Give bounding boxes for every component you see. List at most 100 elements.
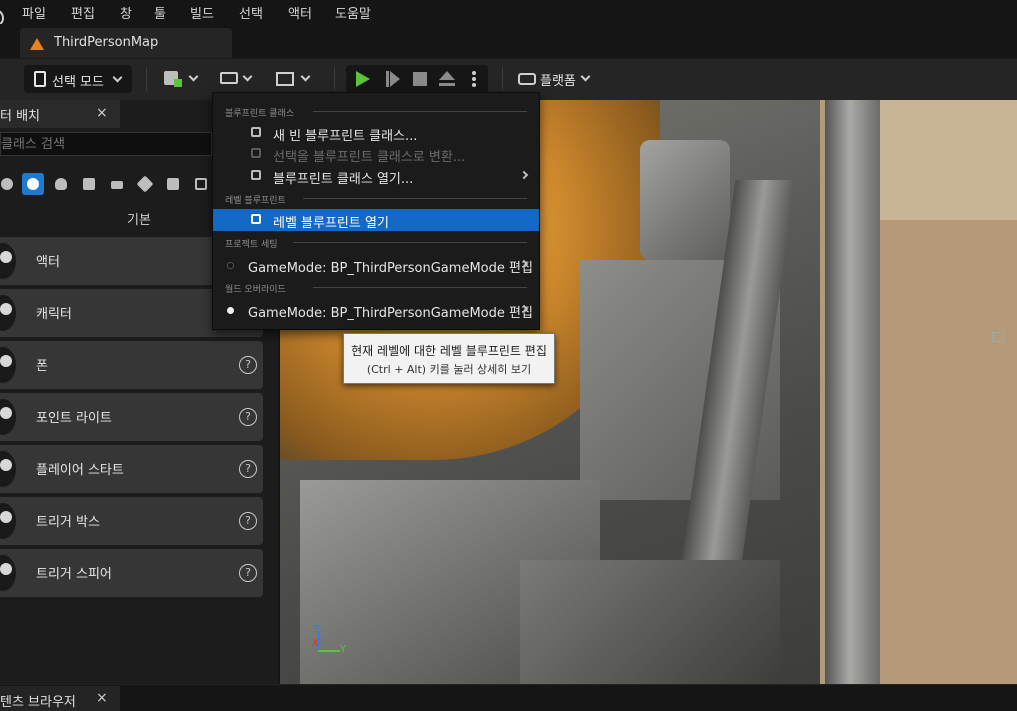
menu-section-blueprint-class: 블루프린트 클래스: [225, 109, 295, 119]
actor-item-label: 캐릭터: [36, 307, 72, 322]
toolbar-divider: [146, 67, 147, 91]
player-start-icon: [0, 451, 16, 487]
tab-label: ThirdPersonMap: [54, 35, 159, 50]
help-icon[interactable]: ?: [239, 564, 257, 582]
pawn-icon: [0, 347, 16, 383]
menu-help[interactable]: 도움말: [335, 3, 371, 22]
menu-separator: [293, 242, 527, 243]
actor-item-pawn[interactable]: 폰 ?: [0, 341, 263, 389]
blueprint-dropdown-menu: 블루프린트 클래스 새 빈 블루프린트 클래스... 선택을 블루프린트 클래스…: [212, 92, 540, 330]
document-tab-bar: ThirdPersonMap: [0, 24, 1017, 58]
menu-item-label: GameMode: BP_ThirdPersonGameMode 편집: [248, 261, 533, 276]
menu-section-world-override: 월드 오버라이드: [225, 285, 286, 295]
volumes-icon[interactable]: [162, 173, 184, 195]
point-light-icon: [0, 399, 16, 435]
eject-icon[interactable]: [439, 71, 455, 87]
menu-item-convert-selection: 선택을 블루프린트 클래스로 변환...: [213, 143, 539, 165]
open-class-icon: [251, 170, 261, 180]
skip-icon[interactable]: [386, 71, 400, 87]
menu-build[interactable]: 빌드: [190, 3, 214, 22]
plus-icon: [174, 79, 182, 87]
place-actors-tab[interactable]: 터 배치 ×: [0, 100, 120, 128]
more-options-icon[interactable]: [472, 71, 476, 87]
menu-actor[interactable]: 액터: [288, 3, 312, 22]
chevron-down-icon: [112, 72, 123, 83]
actor-item-trigger-box[interactable]: 트리거 박스 ?: [0, 497, 263, 545]
viewport-scene: [825, 100, 880, 684]
sphere-icon: [0, 243, 16, 279]
class-search-field[interactable]: [0, 132, 212, 156]
tooltip-title: 현재 레벨에 대한 레벨 블루프린트 편집: [351, 344, 547, 358]
actor-item-label: 트리거 박스: [36, 515, 100, 530]
menu-separator: [313, 111, 527, 112]
help-icon[interactable]: ?: [239, 356, 257, 374]
actor-item-label: 폰: [36, 359, 48, 374]
cursor-icon: [34, 71, 46, 87]
menu-select[interactable]: 선택: [239, 3, 263, 22]
chevron-down-icon: [188, 71, 199, 82]
actor-item-label: 액터: [36, 255, 60, 270]
menu-item-world-gamemode[interactable]: GameMode: BP_ThirdPersonGameMode 편집: [213, 299, 539, 321]
blueprint-button[interactable]: [216, 65, 256, 93]
cinematic-icon[interactable]: [106, 173, 128, 195]
menu-item-open-level-blueprint[interactable]: 레벨 블루프린트 열기: [213, 209, 539, 231]
help-icon[interactable]: ?: [239, 460, 257, 478]
content-browser-tab[interactable]: 텐츠 브라우저 ×: [0, 686, 120, 711]
all-classes-icon[interactable]: [190, 173, 212, 195]
basic-category-icon[interactable]: [22, 173, 44, 195]
actor-item-trigger-sphere[interactable]: 트리거 스피어 ?: [0, 549, 263, 597]
visual-effects-icon[interactable]: [134, 173, 156, 195]
bottom-bar: 텐츠 브라우저 ×: [0, 684, 1017, 711]
menu-separator: [303, 198, 527, 199]
trigger-sphere-icon: [0, 555, 16, 591]
toolbar-divider: [502, 67, 503, 91]
viewport-scene: [870, 100, 1017, 220]
class-search-input[interactable]: [1, 135, 201, 153]
level-icon: [30, 38, 44, 50]
menu-item-label: 블루프린트 클래스 열기...: [273, 172, 414, 187]
cinematics-button[interactable]: [272, 65, 314, 93]
shapes-icon[interactable]: [78, 173, 100, 195]
chevron-down-icon: [300, 71, 311, 82]
help-icon[interactable]: ?: [239, 512, 257, 530]
axis-y-label: Y: [340, 644, 347, 655]
viewport-scene: [640, 140, 730, 260]
blueprint-icon: [220, 72, 238, 84]
menu-separator: [313, 287, 527, 288]
help-icon[interactable]: ?: [239, 408, 257, 426]
viewport-scene: [520, 560, 780, 684]
bullet-icon: [227, 307, 234, 314]
menu-item-label: 레벨 블루프린트 열기: [273, 216, 389, 231]
menu-edit[interactable]: 편집: [71, 3, 95, 22]
recent-icon[interactable]: [0, 173, 18, 195]
bullet-icon: [227, 262, 234, 269]
stop-icon[interactable]: [413, 72, 427, 86]
tab-third-person-map[interactable]: ThirdPersonMap: [20, 28, 232, 58]
level-blueprint-icon: [251, 214, 261, 224]
actor-item-point-light[interactable]: 포인트 라이트 ?: [0, 393, 263, 441]
menu-item-new-empty-blueprint[interactable]: 새 빈 블루프린트 클래스...: [213, 122, 539, 144]
menu-section-level-blueprint: 레벨 블루프린트: [225, 196, 286, 206]
trigger-box-icon: [0, 503, 16, 539]
actor-item-label: 포인트 라이트: [36, 411, 112, 426]
chevron-right-icon: [519, 170, 529, 180]
add-content-button[interactable]: [160, 65, 202, 93]
menu-file[interactable]: 파일: [22, 3, 46, 22]
menu-bar: 파일 편집 창 툴 빌드 선택 액터 도움말: [0, 0, 1017, 27]
lights-icon[interactable]: [50, 173, 72, 195]
close-icon[interactable]: ×: [96, 105, 108, 121]
select-mode-dropdown[interactable]: 선택 모드: [24, 65, 132, 93]
close-icon[interactable]: ×: [96, 690, 108, 706]
menu-window[interactable]: 창: [120, 3, 132, 22]
platforms-dropdown[interactable]: 플랫폼: [514, 65, 594, 93]
menu-item-project-gamemode[interactable]: GameMode: BP_ThirdPersonGameMode 편집: [213, 254, 539, 276]
blueprint-class-icon: [251, 127, 261, 137]
axis-indicator: Z X Y: [308, 624, 348, 658]
axis-z-label: Z: [314, 624, 321, 635]
menu-tools[interactable]: 툴: [154, 3, 166, 22]
actor-item-player-start[interactable]: 플레이어 스타트 ?: [0, 445, 263, 493]
menu-item-open-blueprint-class[interactable]: 블루프린트 클래스 열기...: [213, 165, 539, 187]
select-mode-label: 선택 모드: [52, 75, 104, 90]
play-icon[interactable]: [356, 71, 370, 87]
actor-item-label: 트리거 스피어: [36, 567, 112, 582]
